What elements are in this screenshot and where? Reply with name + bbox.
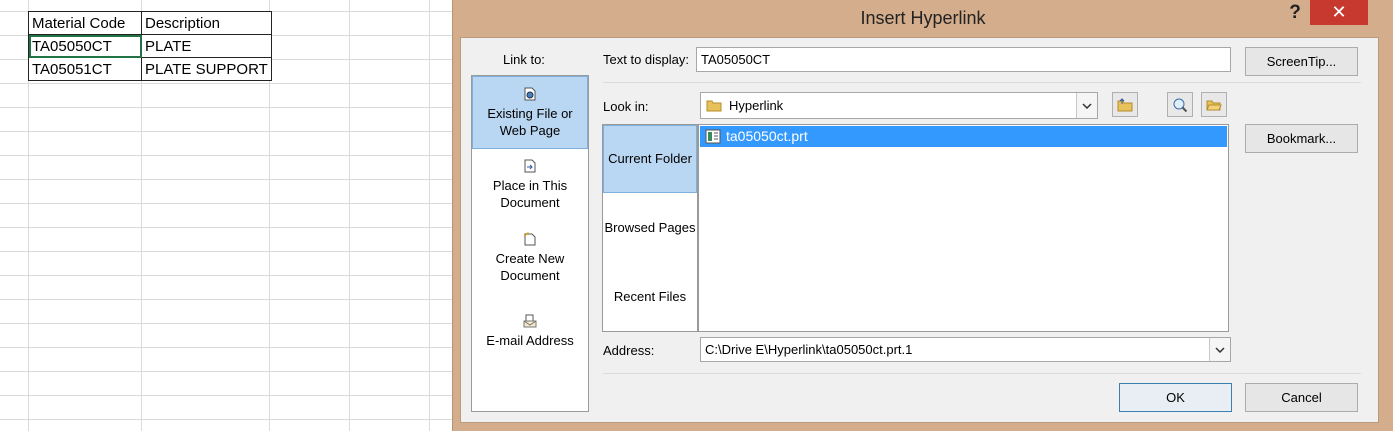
nav-recent-files[interactable]: Recent Files	[603, 289, 697, 304]
browse-nav-panel: Current Folder Browsed Pages Recent File…	[602, 124, 698, 332]
grid-line	[0, 419, 452, 420]
open-folder-icon	[1206, 100, 1222, 110]
grid-line	[349, 0, 350, 431]
divider	[603, 82, 1361, 83]
table-row: TA05051CT PLATE SUPPORT	[28, 57, 272, 81]
chevron-down-icon[interactable]	[1209, 338, 1230, 361]
table-cell-selected[interactable]: TA05050CT	[28, 34, 142, 58]
table-cell[interactable]: PLATE	[141, 34, 272, 58]
address-input[interactable]: C:\Drive E\Hyperlink\ta05050ct.prt.1	[700, 337, 1231, 362]
grid-line	[429, 0, 430, 431]
link-to-create-new-document[interactable]: Create New Document	[472, 232, 588, 284]
divider	[603, 373, 1361, 374]
bookmark-button[interactable]: Bookmark...	[1245, 124, 1358, 153]
up-one-folder-button[interactable]	[1112, 92, 1138, 117]
nav-current-folder[interactable]: Current Folder	[603, 125, 697, 193]
grid-line	[0, 155, 452, 156]
link-to-panel: Existing File or Web Page Place in This …	[471, 75, 589, 412]
grid-line	[0, 131, 452, 132]
close-button[interactable]: ✕	[1310, 0, 1368, 25]
look-in-label: Look in:	[603, 99, 649, 114]
spreadsheet-grid[interactable]: Material Code Description TA05050CT PLAT…	[0, 0, 452, 431]
list-item[interactable]: ta05050ct.prt	[700, 126, 1227, 147]
grid-line	[0, 371, 452, 372]
look-in-value: Hyperlink	[729, 98, 784, 113]
grid-line	[0, 347, 452, 348]
text-to-display-input[interactable]: TA05050CT	[696, 47, 1231, 72]
file-name: ta05050ct.prt	[726, 128, 808, 144]
link-to-place-in-document[interactable]: Place in This Document	[472, 159, 588, 211]
table-cell[interactable]: Material Code	[28, 11, 142, 35]
email-icon	[523, 314, 537, 328]
chevron-down-icon[interactable]	[1076, 93, 1097, 118]
nav-browsed-pages[interactable]: Browsed Pages	[603, 220, 697, 235]
address-value: C:\Drive E\Hyperlink\ta05050ct.prt.1	[705, 342, 913, 357]
link-to-email-address[interactable]: E-mail Address	[472, 314, 588, 349]
grid-line	[0, 227, 452, 228]
grid-line	[0, 203, 452, 204]
grid-line	[0, 107, 452, 108]
table-cell[interactable]: TA05051CT	[28, 57, 142, 81]
table-cell[interactable]: PLATE SUPPORT	[141, 57, 272, 81]
insert-hyperlink-dialog: Insert Hyperlink ? ✕ Link to: Existing F…	[452, 0, 1393, 431]
grid-line	[0, 83, 452, 84]
help-button[interactable]: ?	[1283, 1, 1307, 25]
look-in-dropdown[interactable]: Hyperlink	[700, 92, 1098, 119]
text-to-display-label: Text to display:	[603, 52, 689, 67]
link-to-label: Link to:	[503, 52, 545, 67]
folder-up-icon	[1117, 97, 1133, 111]
dialog-body: Link to: Existing File or Web Page Place…	[460, 37, 1379, 423]
existing-file-icon	[524, 87, 536, 101]
table-header-row: Material Code Description	[28, 11, 272, 35]
grid-line	[0, 275, 452, 276]
grid-line	[0, 251, 452, 252]
close-icon: ✕	[1331, 2, 1347, 22]
link-to-item-label: E-mail Address	[486, 333, 574, 348]
new-document-icon	[523, 232, 536, 246]
table-row: TA05050CT PLATE	[28, 34, 272, 58]
browse-web-icon	[1173, 98, 1188, 112]
folder-icon	[706, 100, 722, 112]
file-icon	[705, 129, 721, 144]
ok-button[interactable]: OK	[1119, 383, 1232, 412]
grid-line	[0, 179, 452, 180]
file-list[interactable]: ta05050ct.prt	[698, 124, 1229, 332]
browse-web-button[interactable]	[1167, 92, 1193, 117]
browse-file-button[interactable]	[1201, 92, 1227, 117]
link-to-item-label: Existing File or Web Page	[487, 106, 573, 138]
cancel-button[interactable]: Cancel	[1245, 383, 1358, 412]
grid-line	[0, 299, 452, 300]
place-in-document-icon	[524, 159, 536, 173]
grid-line	[0, 323, 452, 324]
address-label: Address:	[603, 343, 655, 358]
screentip-button[interactable]: ScreenTip...	[1245, 47, 1358, 76]
data-table: Material Code Description TA05050CT PLAT…	[28, 11, 272, 81]
link-to-item-label: Create New Document	[495, 251, 565, 283]
dialog-title: Insert Hyperlink	[860, 8, 986, 28]
link-to-item-label: Place in This Document	[492, 178, 568, 210]
table-cell[interactable]: Description	[141, 11, 272, 35]
link-to-existing-file[interactable]: Existing File or Web Page	[472, 76, 588, 149]
grid-line	[0, 395, 452, 396]
